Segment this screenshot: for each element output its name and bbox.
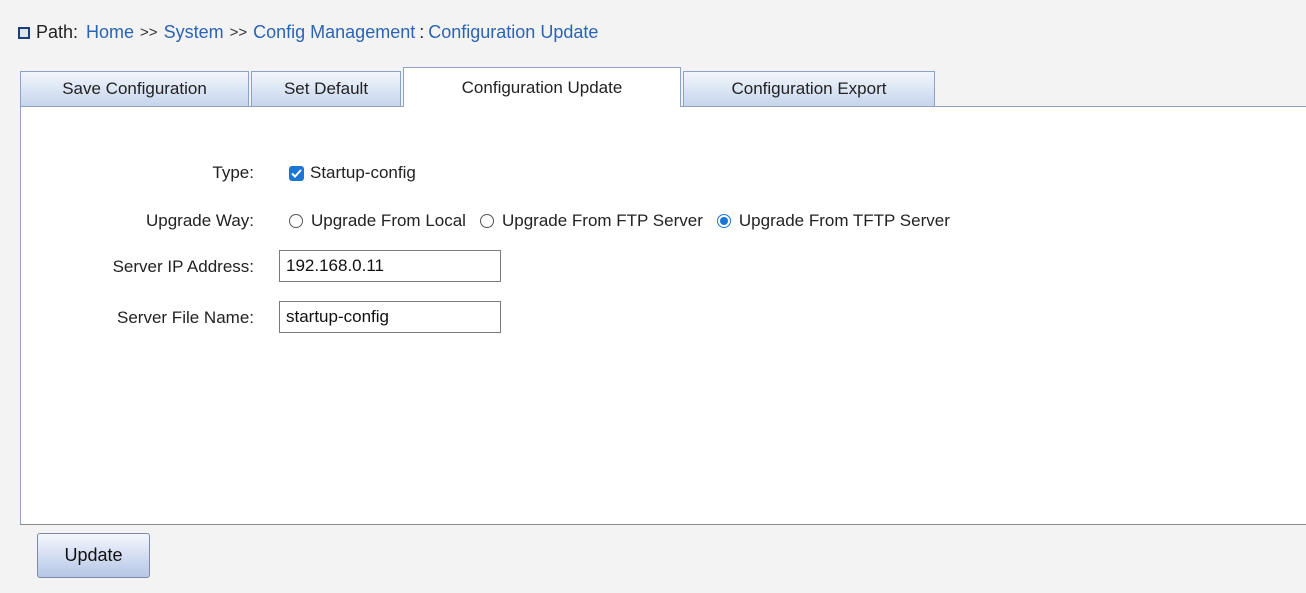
breadcrumb-colon: : [419, 22, 425, 42]
server-ip-label: Server IP Address: [112, 257, 254, 276]
breadcrumb: Path: Home >> System >> Config Managemen… [18, 22, 598, 43]
type-row: Startup-config [289, 163, 430, 183]
upgrade-way-row: Upgrade From Local Upgrade From FTP Serv… [289, 211, 964, 231]
upgrade-local-radio[interactable] [289, 214, 303, 228]
breadcrumb-config-management-link[interactable]: Config Management [253, 22, 415, 43]
upgrade-tftp-label: Upgrade From TFTP Server [738, 211, 950, 230]
breadcrumb-current[interactable]: Configuration Update [428, 22, 598, 43]
server-ip-input[interactable] [279, 250, 501, 282]
upgrade-local-label: Upgrade From Local [311, 211, 466, 230]
server-file-input[interactable] [279, 301, 501, 333]
breadcrumb-system-link[interactable]: System [164, 22, 224, 43]
update-button[interactable]: Update [37, 533, 150, 578]
tab-configuration-update[interactable]: Configuration Update [403, 67, 681, 107]
tab-set-default[interactable]: Set Default [251, 71, 401, 106]
upgrade-ftp-radio[interactable] [479, 214, 494, 228]
tab-save-configuration[interactable]: Save Configuration [20, 71, 249, 106]
startup-config-label: Startup-config [310, 163, 416, 182]
config-update-panel: Type: Startup-config Upgrade Way: Upgrad… [20, 106, 1306, 525]
path-label: Path: [36, 22, 79, 42]
type-label: Type: [212, 163, 254, 182]
path-square-icon [18, 26, 30, 39]
server-file-label: Server File Name: [117, 308, 254, 327]
startup-config-checkbox[interactable] [289, 165, 304, 181]
upgrade-ftp-label: Upgrade From FTP Server [501, 211, 703, 230]
breadcrumb-separator: >> [140, 24, 158, 41]
upgrade-tftp-radio[interactable] [716, 214, 731, 228]
breadcrumb-home-link[interactable]: Home [86, 22, 134, 43]
checkmark-icon [291, 168, 302, 178]
upgrade-way-label: Upgrade Way: [145, 211, 254, 230]
tab-bar: Save Configuration Set Default Configura… [20, 67, 937, 107]
tab-configuration-export[interactable]: Configuration Export [683, 71, 935, 106]
breadcrumb-separator: >> [229, 24, 248, 41]
